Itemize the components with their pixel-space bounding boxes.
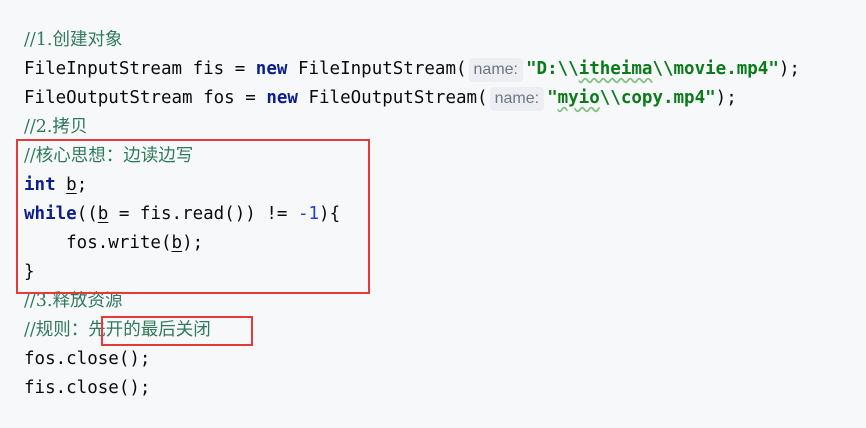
- keyword-new: new: [255, 59, 288, 79]
- code-text: FileOutputStream(: [297, 88, 488, 108]
- string-literal: "D:\\: [526, 59, 579, 79]
- string-literal: ": [547, 88, 558, 108]
- code-text: FileOutputStream fos =: [24, 88, 267, 108]
- keyword-new: new: [266, 88, 298, 108]
- code-line-1: //1.创建对象: [24, 26, 123, 55]
- code-text: );: [778, 59, 800, 79]
- string-literal-typo-word: itheima: [578, 59, 653, 79]
- code-line-4: //2.拷贝: [24, 113, 88, 142]
- highlight-box-core-loop: [16, 139, 370, 294]
- comment-copy: //2.拷贝: [24, 117, 88, 137]
- code-line-3: FileOutputStream fos = new FileOutputStr…: [24, 84, 737, 113]
- comment-create-objects: //1.创建对象: [24, 30, 123, 50]
- code-text: fis.close();: [24, 378, 151, 398]
- highlight-box-rule: [101, 316, 253, 346]
- string-literal: \\copy.mp4": [599, 88, 716, 108]
- code-line-12: fos.close();: [24, 345, 150, 374]
- comment-rule-prefix: //规则：: [24, 320, 89, 340]
- string-literal-typo-word: myio: [557, 88, 600, 108]
- string-literal: \\movie.mp4": [652, 59, 779, 79]
- code-editor[interactable]: //1.创建对象 FileInputStream fis = new FileI…: [0, 0, 866, 428]
- code-text: FileInputStream fis =: [24, 59, 256, 79]
- code-text: fos.close();: [24, 349, 151, 369]
- code-text: FileInputStream(: [287, 59, 467, 79]
- code-text: );: [715, 88, 737, 108]
- code-line-2: FileInputStream fis = new FileInputStrea…: [24, 55, 800, 84]
- code-line-13: fis.close();: [24, 374, 150, 403]
- parameter-hint-name: name:: [489, 86, 545, 111]
- parameter-hint-name: name:: [468, 57, 523, 82]
